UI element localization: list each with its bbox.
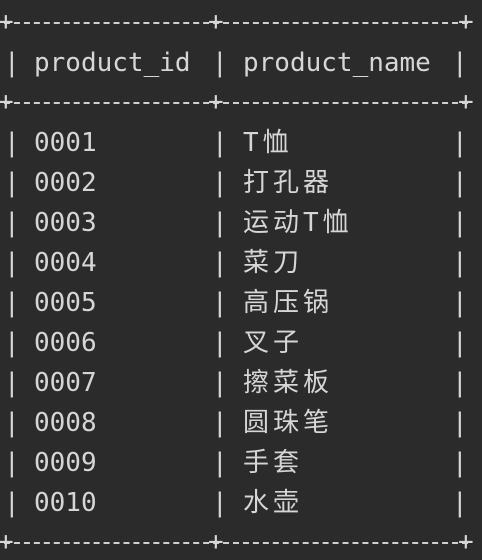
- product-name-cell: 高压锅: [243, 288, 334, 318]
- product-id-cell: 0006: [34, 328, 97, 358]
- table-row: | 0002 | 打孔器 |: [0, 163, 482, 203]
- product-id-cell: 0010: [34, 488, 97, 518]
- table-row: | 0009 | 手套 |: [0, 443, 482, 483]
- table-row: | 0001 | T恤 |: [0, 123, 482, 163]
- table-row: | 0007 | 擦菜板 |: [0, 363, 482, 403]
- product-id-cell: 0004: [34, 248, 97, 278]
- table-row: | 0003 | 运动T恤 |: [0, 203, 482, 243]
- terminal-output: + + + | product_id | product_name | + + …: [0, 0, 482, 560]
- table-border-header: + + +: [0, 87, 474, 117]
- product-id-cell: 0009: [34, 448, 97, 478]
- product-id-cell: 0007: [34, 368, 97, 398]
- product-name-cell: 运动T恤: [243, 208, 353, 238]
- column-header-product-name: product_name: [243, 48, 431, 78]
- product-id-cell: 0003: [34, 208, 97, 238]
- product-name-cell: 擦菜板: [243, 368, 334, 398]
- product-name-cell: 叉子: [243, 328, 304, 358]
- product-id-cell: 0002: [34, 168, 97, 198]
- product-name-cell: 手套: [243, 448, 304, 478]
- product-name-cell: 菜刀: [243, 248, 304, 278]
- product-name-cell: 圆珠笔: [243, 408, 334, 438]
- product-name-cell: T恤: [243, 128, 293, 158]
- column-header-product-id: product_id: [34, 48, 191, 78]
- product-id-cell: 0008: [34, 408, 97, 438]
- table-border-top: + + +: [0, 7, 474, 37]
- table-header-row: | product_id | product_name |: [0, 43, 482, 83]
- product-id-cell: 0001: [34, 128, 97, 158]
- table-row: | 0004 | 菜刀 |: [0, 243, 482, 283]
- table-row: | 0005 | 高压锅 |: [0, 283, 482, 323]
- table-row: | 0006 | 叉子 |: [0, 323, 482, 363]
- table-row: | 0010 | 水壶 |: [0, 483, 482, 523]
- product-name-cell: 水壶: [243, 488, 304, 518]
- product-id-cell: 0005: [34, 288, 97, 318]
- table-row: | 0008 | 圆珠笔 |: [0, 403, 482, 443]
- product-name-cell: 打孔器: [243, 168, 334, 198]
- table-border-bottom: + + +: [0, 527, 474, 557]
